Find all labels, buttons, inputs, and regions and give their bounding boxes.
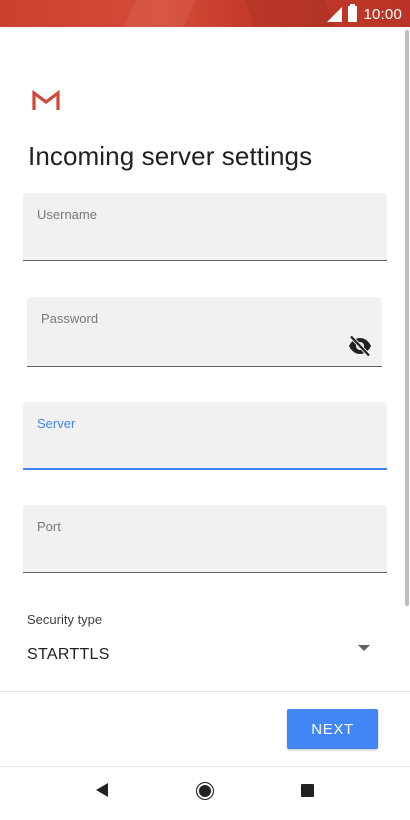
status-bar: 10:00: [0, 0, 410, 27]
security-type-select[interactable]: STARTTLS: [27, 646, 110, 664]
port-field[interactable]: Port: [23, 505, 387, 573]
next-button[interactable]: NEXT: [287, 709, 378, 749]
status-icons: 10:00: [327, 4, 402, 24]
home-icon[interactable]: [196, 782, 214, 800]
divider: [0, 691, 410, 692]
dropdown-arrow-icon[interactable]: [358, 645, 370, 651]
navigation-bar: [0, 767, 410, 820]
password-field[interactable]: Password: [27, 297, 382, 367]
server-label: Server: [37, 416, 76, 431]
scrollbar[interactable]: [405, 30, 409, 606]
server-field[interactable]: Server: [23, 402, 387, 470]
security-type-label: Security type: [27, 612, 103, 627]
recents-icon[interactable]: [301, 784, 314, 797]
status-bar-shade: [245, 0, 335, 27]
port-label: Port: [37, 519, 61, 534]
username-label: Username: [37, 207, 97, 222]
battery-icon: [348, 4, 358, 22]
back-icon[interactable]: [96, 783, 108, 797]
page-title: Incoming server settings: [28, 141, 313, 171]
status-clock: 10:00: [363, 5, 402, 23]
password-label: Password: [41, 311, 99, 326]
eye-off-icon[interactable]: [348, 335, 372, 357]
username-field[interactable]: Username: [23, 193, 387, 261]
status-bar-shade: [123, 0, 197, 27]
gmail-icon: [32, 90, 60, 110]
signal-icon: [327, 6, 343, 22]
